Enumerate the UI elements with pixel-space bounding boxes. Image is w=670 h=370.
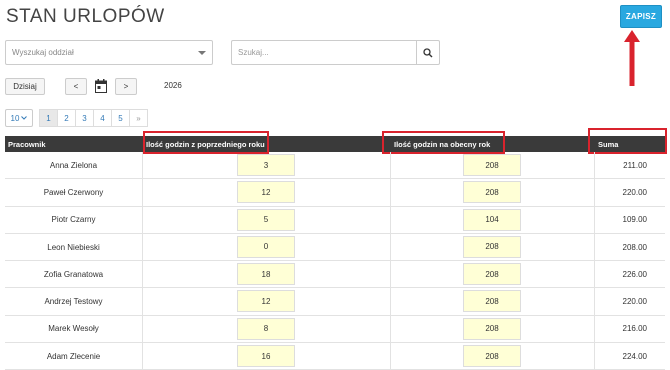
column-divider	[390, 233, 391, 261]
column-divider	[142, 343, 143, 370]
current-year-hours-input[interactable]: 208	[463, 181, 521, 204]
chevron-down-icon	[21, 116, 28, 120]
prev-year-hours-input[interactable]: 8	[237, 317, 295, 340]
table-row: Piotr Czarny 5 104 109.00	[5, 206, 665, 234]
sum-value: 211.00	[623, 160, 647, 170]
search-input[interactable]	[231, 40, 416, 65]
page-title: STAN URLOPÓW	[6, 6, 165, 27]
column-divider	[390, 152, 391, 179]
column-divider	[142, 179, 143, 206]
sum-value: 208.00	[622, 242, 647, 252]
current-year-hours-input[interactable]: 208	[463, 263, 521, 286]
page-link-4[interactable]: 4	[93, 109, 112, 127]
table-row: Leon Niebieski 0 208 208.00	[5, 233, 665, 262]
page-link-3[interactable]: 3	[75, 109, 94, 127]
highlight-box-sum	[588, 128, 667, 154]
employee-name: Anna Zielona	[49, 160, 98, 170]
table-row: Andrzej Testowy 12 208 220.00	[5, 288, 665, 316]
current-year-hours-input[interactable]: 208	[463, 154, 521, 176]
page-link-1[interactable]: 1	[39, 109, 58, 127]
employee-name: Adam Zlecenie	[46, 351, 101, 361]
page-link-next[interactable]: »	[129, 109, 148, 127]
table-row: Adam Zlecenie 16 208 224.00	[5, 343, 665, 370]
current-year-hours-input[interactable]: 208	[463, 290, 521, 313]
prev-year-button[interactable]: <	[65, 78, 87, 95]
employee-name: Piotr Czarny	[51, 215, 96, 225]
department-select-placeholder: Wyszukaj oddział	[12, 48, 74, 57]
sum-value: 220.00	[622, 187, 647, 197]
today-button[interactable]: Dzisiaj	[5, 78, 45, 95]
employee-name: Paweł Czerwony	[43, 187, 104, 197]
prev-year-hours-input[interactable]: 12	[237, 290, 295, 313]
column-divider	[390, 261, 391, 288]
sum-value: 216.00	[622, 324, 647, 334]
sum-value: 109.00	[622, 215, 647, 225]
employee-name: Andrzej Testowy	[44, 297, 103, 307]
employee-name: Marek Wesoły	[48, 324, 99, 334]
column-divider	[390, 179, 391, 206]
sum-value: 226.00	[622, 269, 647, 279]
save-button[interactable]: ZAPISZ	[620, 5, 662, 28]
column-divider	[142, 233, 143, 261]
current-year-hours-input[interactable]: 208	[463, 235, 521, 258]
column-divider	[142, 288, 143, 315]
prev-year-hours-input[interactable]: 12	[237, 181, 295, 204]
column-divider	[390, 343, 391, 370]
column-divider	[390, 288, 391, 315]
prev-year-hours-input[interactable]: 18	[237, 263, 295, 286]
employee-name: Leon Niebieski	[47, 242, 100, 252]
current-year-hours-input[interactable]: 104	[463, 208, 521, 231]
column-divider	[142, 206, 143, 233]
column-divider	[142, 261, 143, 288]
table-row: Marek Wesoły 8 208 216.00	[5, 315, 665, 344]
year-label: 2026	[164, 81, 182, 90]
search-button[interactable]	[416, 40, 440, 65]
column-header-employee[interactable]: Pracownik	[8, 136, 46, 152]
highlight-box-prev-year	[143, 131, 269, 154]
highlight-box-current-year	[382, 131, 505, 154]
page-link-2[interactable]: 2	[57, 109, 76, 127]
search-icon	[423, 47, 433, 57]
next-year-button[interactable]: >	[115, 78, 137, 95]
table-header: Pracownik Ilość godzin z poprzedniego ro…	[5, 136, 665, 152]
table-row: Anna Zielona 3 208 211.00	[5, 152, 665, 180]
current-year-hours-input[interactable]: 208	[463, 345, 521, 368]
page-link-5[interactable]: 5	[111, 109, 130, 127]
table-row: Paweł Czerwony 12 208 220.00	[5, 179, 665, 207]
calendar-icon[interactable]	[95, 79, 107, 93]
employee-name: Zofia Granatowa	[43, 269, 104, 279]
current-year-hours-input[interactable]: 208	[463, 317, 521, 340]
prev-year-hours-input[interactable]: 5	[237, 208, 295, 231]
table-body: Anna Zielona 3 208 211.00 Paweł Czerwony 12 20…	[5, 152, 665, 370]
prev-year-hours-input[interactable]: 3	[237, 154, 295, 176]
chevron-down-icon	[198, 51, 206, 55]
sum-value: 224.00	[622, 351, 647, 361]
pagination: 1 2 3 4 5 »	[39, 109, 148, 127]
column-divider	[142, 315, 143, 343]
red-arrow-annotation	[624, 30, 640, 86]
prev-year-hours-input[interactable]: 16	[237, 345, 295, 368]
department-select[interactable]: Wyszukaj oddział	[5, 40, 213, 65]
page-size-value: 10	[10, 113, 20, 123]
column-divider	[142, 152, 143, 179]
column-divider	[390, 206, 391, 233]
page-size-select[interactable]: 10	[5, 109, 33, 127]
table-row: Zofia Granatowa 18 208 226.00	[5, 261, 665, 289]
column-divider	[390, 315, 391, 343]
prev-year-hours-input[interactable]: 0	[237, 235, 295, 258]
sum-value: 220.00	[622, 297, 647, 307]
